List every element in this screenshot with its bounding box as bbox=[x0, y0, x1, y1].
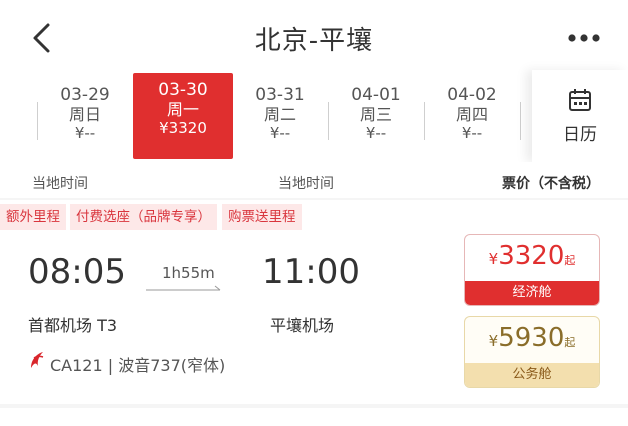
duration-arrow-icon bbox=[146, 285, 221, 291]
page-title: 北京-平壤 bbox=[254, 26, 374, 56]
weekday-label: 周四 bbox=[455, 105, 488, 124]
price-value: 3320 bbox=[498, 241, 565, 271]
weekday-label: 六 bbox=[0, 105, 38, 124]
currency-symbol: ¥ bbox=[488, 332, 499, 350]
tag: 付费选座（品牌专享） bbox=[70, 204, 217, 230]
calendar-label: 日历 bbox=[563, 125, 597, 145]
divider bbox=[520, 102, 521, 140]
price-label: ¥-- bbox=[269, 124, 291, 142]
departure-airport: 首都机场 T3 bbox=[28, 316, 118, 335]
date-label: 03-29 bbox=[60, 85, 110, 105]
date-item[interactable]: 28 六 ¥ bbox=[0, 78, 38, 162]
date-item[interactable]: 04-01 周三 ¥-- bbox=[328, 78, 424, 162]
cabin-class: 经济舱 bbox=[465, 281, 599, 305]
air-china-logo-icon bbox=[31, 352, 44, 368]
arr-time-header: 当地时间 bbox=[278, 176, 334, 192]
date-item[interactable]: 03-29 周日 ¥-- bbox=[37, 78, 133, 162]
price-label: ¥ bbox=[0, 124, 38, 143]
tag: 购票送里程 bbox=[222, 204, 302, 230]
currency-symbol: ¥ bbox=[488, 250, 499, 268]
price-label: ¥-- bbox=[461, 124, 483, 142]
fare-price: ¥3320起 bbox=[465, 241, 599, 271]
price-header: 票价（不含税） bbox=[502, 176, 600, 192]
header: 北京-平壤 bbox=[0, 0, 628, 76]
business-fare-button[interactable]: ¥5930起 公务舱 bbox=[464, 316, 600, 388]
weekday-label: 周日 bbox=[68, 105, 101, 124]
date-label: 03-31 bbox=[255, 85, 305, 105]
price-label: ¥3320 bbox=[159, 119, 207, 137]
date-item[interactable]: 03-31 周二 ¥-- bbox=[232, 78, 328, 162]
departure-time: 08:05 bbox=[28, 252, 126, 292]
flight-duration: 1h55m bbox=[162, 264, 215, 282]
price-value: 5930 bbox=[498, 323, 565, 353]
calendar-icon bbox=[569, 89, 591, 111]
dep-time-header: 当地时间 bbox=[32, 176, 88, 192]
price-label: ¥-- bbox=[74, 124, 96, 142]
price-label: ¥-- bbox=[365, 124, 387, 142]
date-label: 03-30 bbox=[158, 80, 208, 100]
price-suffix: 起 bbox=[564, 254, 576, 267]
price-suffix: 起 bbox=[564, 336, 576, 349]
cabin-class: 公务舱 bbox=[465, 363, 599, 387]
more-icon[interactable] bbox=[566, 32, 602, 44]
weekday-label: 周三 bbox=[359, 105, 392, 124]
arrival-airport: 平壤机场 bbox=[270, 316, 335, 335]
arrival-time: 11:00 bbox=[262, 252, 360, 292]
date-label: 04-01 bbox=[351, 85, 401, 105]
date-label: 28 bbox=[0, 86, 38, 105]
flight-number: CA121 | 波音737(窄体) bbox=[50, 356, 226, 375]
date-item-selected[interactable]: 03-30 周一 ¥3320 bbox=[133, 73, 233, 159]
date-item[interactable]: 04-02 周四 ¥-- bbox=[424, 78, 520, 162]
weekday-label: 周二 bbox=[263, 105, 296, 124]
flight-card[interactable]: 08:05 1h55m 11:00 首都机场 T3 平壤机场 CA121 | 波… bbox=[0, 234, 628, 404]
weekday-label: 周一 bbox=[166, 100, 199, 119]
next-card-edge bbox=[0, 408, 628, 426]
economy-fare-button[interactable]: ¥3320起 经济舱 bbox=[464, 234, 600, 306]
column-header: 当地时间 当地时间 票价（不含税） bbox=[0, 162, 628, 198]
date-selector: 28 六 ¥ 03-29 周日 ¥-- 03-30 周一 ¥3320 03-31… bbox=[0, 70, 628, 162]
fare-price: ¥5930起 bbox=[465, 323, 599, 353]
tag-row: 额外里程 付费选座（品牌专享） 购票送里程 bbox=[0, 200, 628, 234]
tag: 额外里程 bbox=[0, 204, 66, 230]
date-label: 04-02 bbox=[447, 85, 497, 105]
calendar-button[interactable]: 日历 bbox=[532, 70, 628, 162]
